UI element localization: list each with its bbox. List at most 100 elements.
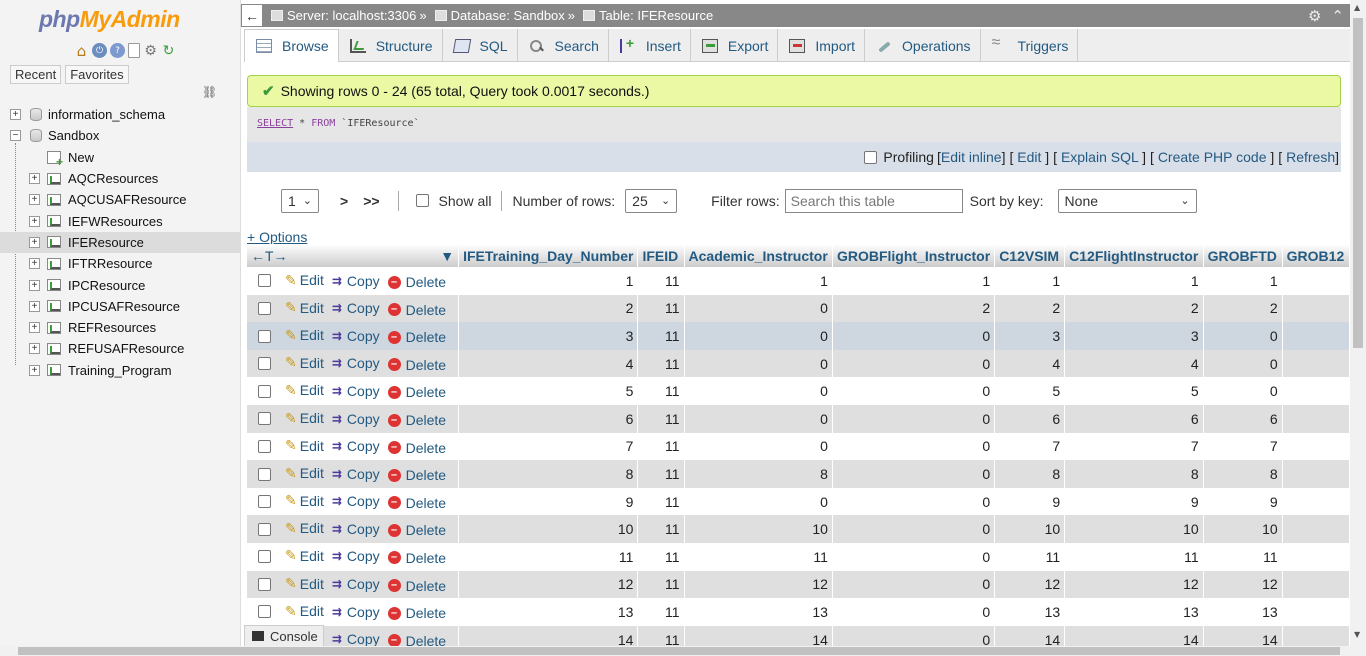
expand-plus-icon[interactable]: + [29, 364, 40, 376]
table-cell[interactable]: 11 [637, 515, 685, 543]
table-row[interactable]: ✎ Edit ⇉ Copy – Delete 13 11 13 0 13 13 13 [247, 598, 1350, 626]
table-cell[interactable]: 10 [994, 515, 1066, 543]
delete-row-button[interactable]: – Delete [387, 440, 446, 456]
table-cell[interactable]: 0 [832, 487, 996, 516]
next-page-button[interactable]: > [340, 193, 348, 209]
settings-gear-icon[interactable]: ⚙ [143, 43, 158, 59]
copy-row-button[interactable]: ⇉ Copy [332, 328, 380, 344]
table-cell[interactable]: 11 [637, 625, 685, 646]
expand-plus-icon[interactable]: + [29, 258, 40, 270]
copy-row-button[interactable]: ⇉ Copy [332, 355, 380, 371]
table-cell[interactable]: 11 [637, 542, 685, 571]
column-header[interactable]: C12VSIM [994, 244, 1066, 267]
table-cell[interactable]: 13 [458, 598, 639, 626]
table-cell[interactable]: 11 [637, 487, 685, 516]
row-select-checkbox[interactable] [258, 301, 271, 315]
table-cell[interactable]: 13 [994, 598, 1066, 626]
table-row[interactable]: ✎ Edit ⇉ Copy – Delete 2 11 0 2 2 2 2 [247, 294, 1350, 323]
table-cell[interactable]: 0 [684, 404, 833, 433]
table-cell[interactable]: 0 [684, 322, 833, 350]
edit-row-button[interactable]: ✎Edit [285, 547, 324, 564]
page-select[interactable]: 1 ⌄ [281, 188, 319, 213]
table-cell[interactable]: 0 [684, 377, 833, 405]
copy-row-button[interactable]: ⇉ Copy [332, 300, 380, 316]
copy-row-button[interactable]: ⇉ Copy [332, 411, 380, 427]
settings-gear-icon[interactable]: ⚙ [1308, 7, 1321, 25]
tree-table-item[interactable]: + AQCResources [0, 168, 240, 189]
refresh-link[interactable]: Refresh [1286, 149, 1335, 165]
expand-plus-icon[interactable]: + [29, 322, 40, 334]
edit-row-button[interactable]: ✎Edit [285, 354, 324, 371]
recent-tab[interactable]: Recent [10, 65, 62, 84]
tree-table-item[interactable]: + Training_Program [0, 360, 240, 381]
tab-operations[interactable]: Operations [865, 29, 981, 62]
tree-table-item[interactable]: + REFResources [0, 317, 240, 338]
home-icon[interactable]: ⌂ [74, 42, 89, 60]
table-cell[interactable]: 0 [832, 432, 996, 461]
delete-row-button[interactable]: – Delete [387, 384, 446, 400]
delete-row-button[interactable]: – Delete [387, 522, 446, 538]
table-cell[interactable]: 6 [1064, 404, 1204, 433]
show-all-checkbox[interactable] [415, 194, 429, 207]
favorites-tab[interactable]: Favorites [65, 65, 129, 84]
profiling-checkbox[interactable] [864, 150, 878, 164]
table-cell[interactable]: 12 [994, 570, 1066, 599]
table-cell[interactable]: 4 [458, 349, 639, 378]
table-cell[interactable]: 11 [637, 432, 685, 461]
sort-by-key-select[interactable]: None ⌄ [1057, 188, 1197, 213]
tab-search[interactable]: Search [518, 29, 609, 62]
row-select-checkbox[interactable] [258, 577, 271, 591]
table-cell[interactable]: 0 [832, 542, 996, 571]
table-row[interactable]: ✎ Edit ⇉ Copy – Delete 5 11 0 0 5 5 0 [247, 377, 1350, 405]
row-select-checkbox[interactable] [258, 412, 271, 426]
delete-row-button[interactable]: – Delete [387, 302, 446, 318]
tab-structure[interactable]: Structure [339, 29, 443, 62]
link-chain-icon[interactable]: ⛓ [202, 85, 217, 99]
docs-page-icon[interactable] [128, 43, 140, 58]
table-cell[interactable]: 1 [684, 267, 833, 295]
table-row[interactable]: ✎Edit⇉Copy–Delete1411140141414 [247, 625, 1350, 646]
collapse-minus-icon[interactable]: − [10, 130, 21, 142]
tab-triggers[interactable]: Triggers [981, 29, 1079, 62]
table-cell[interactable] [1282, 432, 1350, 461]
table-cell[interactable] [1282, 625, 1350, 646]
table-cell[interactable]: 5 [994, 377, 1066, 405]
reload-icon[interactable]: ↻ [161, 43, 176, 59]
tree-table-item[interactable]: + IFTRResource [0, 253, 240, 274]
tree-db-sandbox[interactable]: − Sandbox [0, 125, 240, 146]
table-row[interactable]: ✎ Edit ⇉ Copy – Delete 4 11 0 0 4 4 0 [247, 349, 1350, 378]
table-cell[interactable]: 9 [1203, 487, 1283, 516]
table-cell[interactable]: 5 [1064, 377, 1204, 405]
table-cell[interactable]: 11 [637, 349, 685, 378]
row-select-checkbox[interactable] [258, 522, 271, 536]
table-cell[interactable] [1282, 515, 1350, 543]
sql-query-display[interactable]: SELECT * FROM `IFEResource` [247, 107, 1341, 142]
table-cell[interactable]: 1 [1064, 267, 1204, 295]
tree-table-item[interactable]: + IPCResource [0, 274, 240, 295]
copy-row-button[interactable]: ⇉ Copy [332, 548, 380, 564]
create-php-code-link[interactable]: Create PHP code [1158, 149, 1267, 165]
table-cell[interactable]: 13 [1203, 598, 1283, 626]
table-cell[interactable]: 0 [1203, 322, 1283, 350]
breadcrumb-database[interactable]: Database: Sandbox» [434, 8, 575, 23]
table-cell[interactable]: 12 [684, 570, 833, 599]
copy-row-button[interactable]: ⇉ Copy [332, 493, 380, 509]
scrollbar-thumb[interactable] [1353, 18, 1363, 348]
tree-new-table[interactable]: New [0, 147, 240, 169]
table-cell[interactable]: 0 [832, 625, 996, 646]
expand-plus-icon[interactable]: + [29, 343, 40, 355]
tree-table-item-selected[interactable]: + IFEResource [0, 231, 240, 254]
table-cell[interactable]: 4 [994, 349, 1066, 378]
table-cell[interactable]: 3 [1064, 322, 1204, 350]
table-cell[interactable]: 10 [684, 515, 833, 543]
table-cell[interactable]: 1 [458, 267, 639, 295]
table-cell[interactable] [1282, 460, 1350, 488]
table-cell[interactable]: 14 [1064, 625, 1204, 646]
table-row[interactable]: ✎ Edit ⇉ Copy – Delete 3 11 0 0 3 3 0 [247, 322, 1350, 350]
delete-row-button[interactable]: – Delete [387, 495, 446, 511]
delete-row-button[interactable]: – Delete [387, 578, 446, 594]
table-cell[interactable]: 11 [1064, 542, 1204, 571]
table-row[interactable]: ✎ Edit ⇉ Copy – Delete 1 11 1 1 1 1 1 [247, 267, 1350, 295]
table-cell[interactable]: 11 [637, 598, 685, 626]
table-cell[interactable]: 0 [832, 515, 996, 543]
